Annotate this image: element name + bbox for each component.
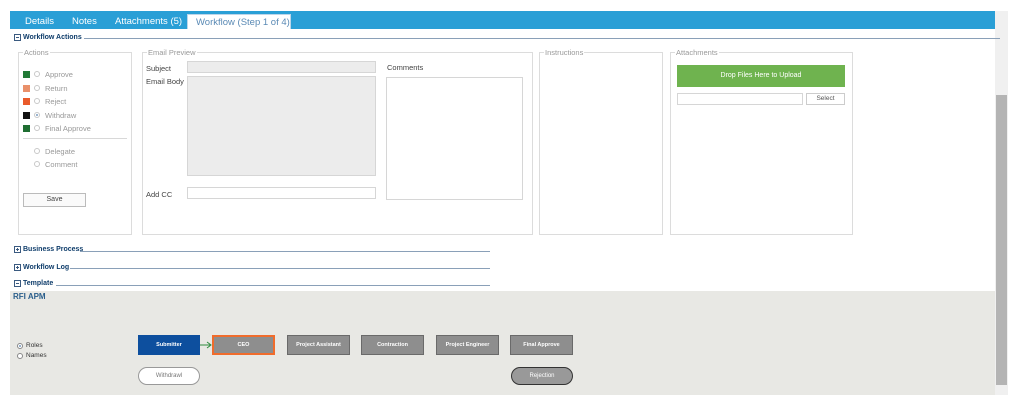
section-template[interactable]: Template (14, 278, 53, 288)
collapse-icon[interactable] (14, 33, 21, 41)
subject-label: Subject (146, 64, 172, 73)
comments-label: Comments (387, 63, 424, 72)
delegate-radio[interactable] (34, 148, 40, 154)
step-ceo[interactable]: CEO (212, 335, 275, 355)
add-cc-label: Add CC (146, 190, 173, 199)
approve-color-swatch (23, 70, 30, 78)
step-project-assistant[interactable]: Project Assistant (287, 335, 350, 355)
section-divider (80, 251, 490, 252)
file-name-input[interactable] (677, 93, 803, 105)
rejection-node[interactable]: Rejection (511, 367, 573, 385)
return-color-swatch (23, 84, 30, 92)
email-preview-legend: Email Preview (147, 48, 197, 57)
final-approve-color-swatch (23, 124, 30, 132)
add-cc-input[interactable] (187, 187, 376, 199)
withdraw-radio[interactable] (34, 112, 40, 118)
section-business-process[interactable]: Business Process (14, 244, 83, 254)
select-file-button[interactable]: Select (806, 93, 845, 105)
attachments-legend: Attachments (675, 48, 719, 57)
action-reject[interactable]: Reject (23, 96, 66, 106)
scrollbar-thumb[interactable] (996, 95, 1007, 385)
roles-radio[interactable] (17, 342, 23, 349)
actions-legend: Actions (23, 48, 50, 57)
step-submitter[interactable]: Submitter (138, 335, 200, 355)
view-option-names[interactable]: Names (17, 351, 47, 360)
comment-radio[interactable] (34, 161, 40, 167)
step-project-engineer[interactable]: Project Engineer (436, 335, 499, 355)
action-withdraw[interactable]: Withdraw (23, 110, 76, 120)
email-body-label: Email Body (146, 77, 184, 86)
section-divider (84, 38, 1000, 39)
section-divider (56, 285, 490, 286)
section-workflow-actions[interactable]: Workflow Actions (14, 32, 82, 42)
tab-attachments[interactable]: Attachments (5) (115, 14, 182, 29)
tab-notes[interactable]: Notes (72, 14, 97, 29)
reject-color-swatch (23, 97, 30, 105)
withdraw-color-swatch (23, 111, 30, 119)
final-approve-radio[interactable] (34, 125, 40, 131)
tab-details[interactable]: Details (25, 14, 54, 29)
action-comment[interactable]: Comment (34, 159, 78, 169)
section-divider (70, 268, 490, 269)
template-title: RFI APM (13, 292, 46, 301)
subject-field[interactable] (187, 61, 376, 73)
action-final-approve[interactable]: Final Approve (23, 123, 91, 133)
names-radio[interactable] (17, 352, 23, 359)
instructions-legend: Instructions (544, 48, 585, 57)
return-radio[interactable] (34, 85, 40, 91)
reject-radio[interactable] (34, 98, 40, 104)
tab-bar: Details Notes Attachments (5) Workflow (… (10, 11, 995, 29)
section-workflow-log[interactable]: Workflow Log (14, 262, 69, 272)
comments-textarea[interactable] (386, 77, 523, 200)
actions-divider (23, 138, 127, 139)
withdrawal-node[interactable]: Withdrawl (138, 367, 200, 385)
step-contraction[interactable]: Contraction (361, 335, 424, 355)
collapse-icon[interactable] (14, 279, 21, 287)
view-option-roles[interactable]: Roles (17, 341, 43, 350)
email-body-field[interactable] (187, 76, 376, 176)
actions-panel: Actions Approve Return Reject Withdraw F… (18, 48, 132, 235)
expand-icon[interactable] (14, 263, 21, 271)
action-return[interactable]: Return (23, 83, 68, 93)
instructions-panel: Instructions (539, 48, 663, 235)
step-final-approve[interactable]: Final Approve (510, 335, 573, 355)
tab-workflow[interactable]: Workflow (Step 1 of 4) (187, 14, 291, 29)
action-delegate[interactable]: Delegate (34, 146, 75, 156)
file-drop-zone[interactable]: Drop Files Here to Upload (677, 65, 845, 87)
expand-icon[interactable] (14, 245, 21, 253)
save-button[interactable]: Save (23, 193, 86, 207)
approve-radio[interactable] (34, 71, 40, 77)
action-approve[interactable]: Approve (23, 69, 73, 79)
